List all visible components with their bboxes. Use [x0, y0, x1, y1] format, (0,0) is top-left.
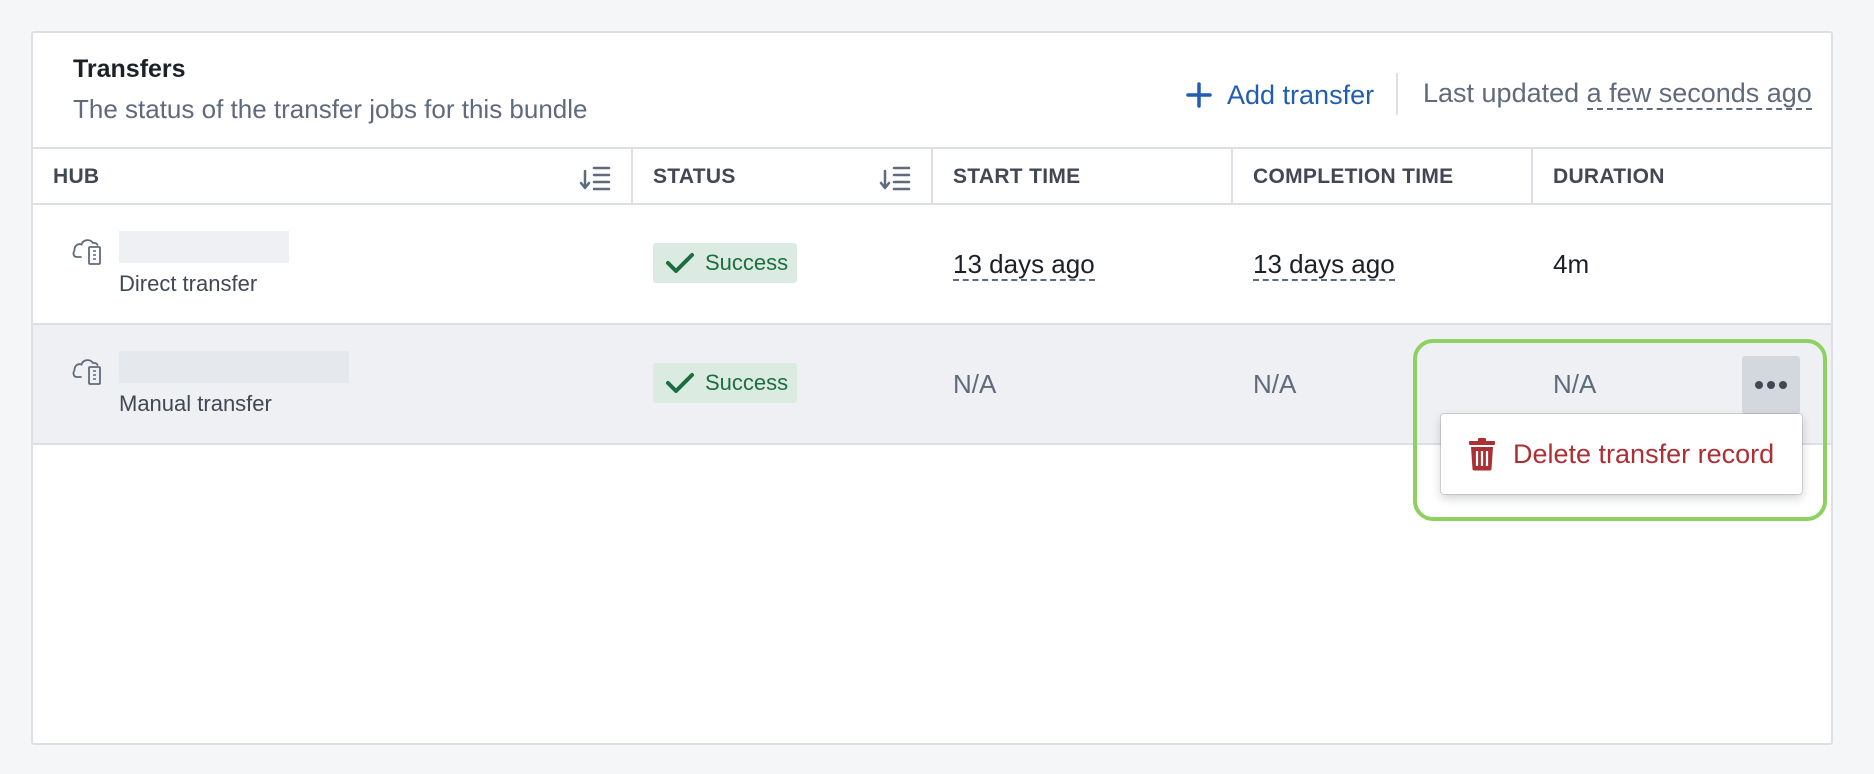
completion-time: N/A [1253, 369, 1297, 399]
column-label-start-time: START TIME [953, 165, 1081, 188]
column-header-hub[interactable]: HUB [33, 149, 633, 205]
hub-name-placeholder [119, 231, 289, 263]
card-subtitle: The status of the transfer jobs for this… [73, 94, 588, 124]
completion-time[interactable]: 13 days ago [1253, 249, 1395, 281]
row-actions-button[interactable] [1742, 356, 1800, 414]
column-header-duration: DURATION [1533, 149, 1831, 205]
check-icon [666, 373, 694, 393]
last-updated-relative[interactable]: a few seconds ago [1586, 78, 1812, 110]
last-updated-prefix: Last updated [1423, 78, 1580, 108]
header-divider [1396, 73, 1398, 115]
hub-name-placeholder [119, 351, 349, 383]
start-time: N/A [953, 369, 997, 399]
add-transfer-label: Add transfer [1227, 79, 1375, 110]
column-header-completion-time: COMPLETION TIME [1233, 149, 1533, 205]
column-header-start-time: START TIME [933, 149, 1233, 205]
completion-time-value: 13 days ago [1253, 249, 1395, 281]
status-badge: Success [653, 243, 797, 283]
sort-icon[interactable] [579, 163, 611, 193]
status-label: Success [705, 370, 789, 395]
add-transfer-button[interactable]: Add transfer [1185, 75, 1374, 115]
plus-icon [1186, 82, 1212, 108]
check-icon [666, 253, 694, 273]
table-row[interactable]: Direct transfer Success 13 days ago 13 d… [33, 205, 1831, 325]
more-icon [1755, 381, 1787, 389]
card-title: Transfers [73, 55, 186, 83]
hub-type-label: Direct transfer [119, 271, 258, 296]
row-actions-menu: Delete transfer record [1441, 414, 1802, 494]
start-time[interactable]: 13 days ago [953, 249, 1095, 281]
delete-transfer-record-item[interactable]: Delete transfer record [1441, 414, 1802, 494]
column-label-hub: HUB [53, 165, 100, 188]
last-updated: Last updated a few seconds ago [1423, 78, 1812, 110]
column-label-duration: DURATION [1553, 165, 1665, 188]
card-header: Transfers The status of the transfer job… [33, 33, 1831, 147]
status-badge: Success [653, 363, 797, 403]
cloud-server-icon [72, 239, 101, 265]
duration: 4m [1553, 249, 1590, 279]
sort-icon[interactable] [879, 163, 911, 193]
hub-type-label: Manual transfer [119, 391, 272, 416]
table-header: HUB STATUS START TIME COMPLETION TIME DU… [33, 147, 1831, 205]
column-label-status: STATUS [653, 165, 736, 188]
column-header-status[interactable]: STATUS [633, 149, 933, 205]
start-time-value: 13 days ago [953, 249, 1095, 281]
trash-icon [1469, 438, 1495, 471]
status-label: Success [705, 250, 789, 275]
column-label-completion-time: COMPLETION TIME [1253, 165, 1454, 188]
cloud-server-icon [72, 359, 101, 385]
delete-transfer-record-label: Delete transfer record [1513, 438, 1775, 469]
